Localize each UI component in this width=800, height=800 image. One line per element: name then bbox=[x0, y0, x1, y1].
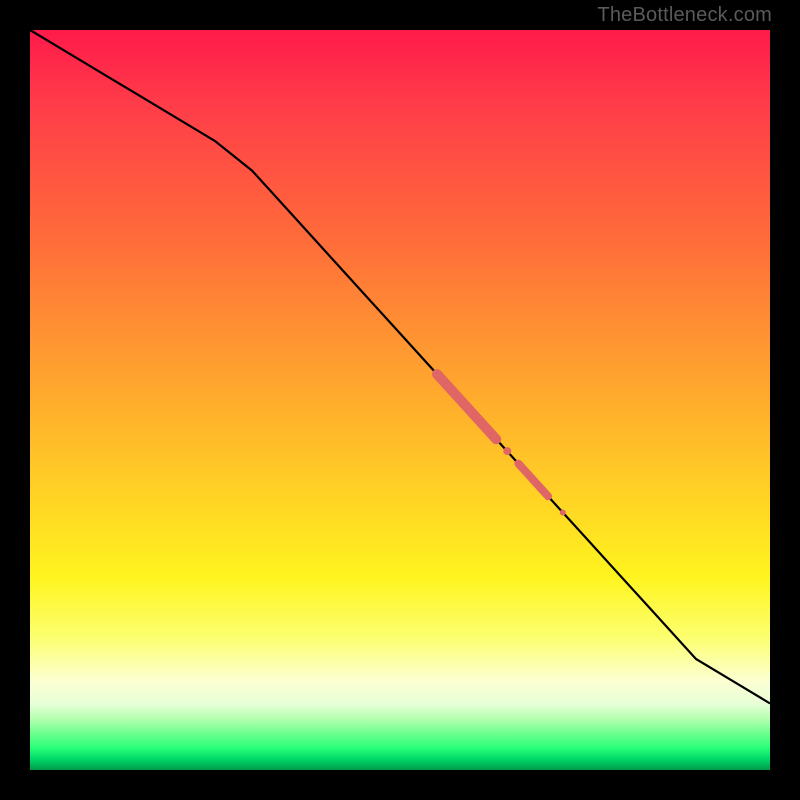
marker-dot-1 bbox=[503, 447, 511, 455]
marker-dot-2 bbox=[560, 510, 566, 516]
chart-svg bbox=[30, 30, 770, 770]
marker-thick-segment bbox=[437, 374, 496, 439]
curve-line bbox=[30, 30, 770, 703]
marker-short-segment bbox=[518, 464, 548, 497]
chart-frame: TheBottleneck.com bbox=[0, 0, 800, 800]
watermark-text: TheBottleneck.com bbox=[597, 4, 772, 27]
plot-area bbox=[30, 30, 770, 770]
